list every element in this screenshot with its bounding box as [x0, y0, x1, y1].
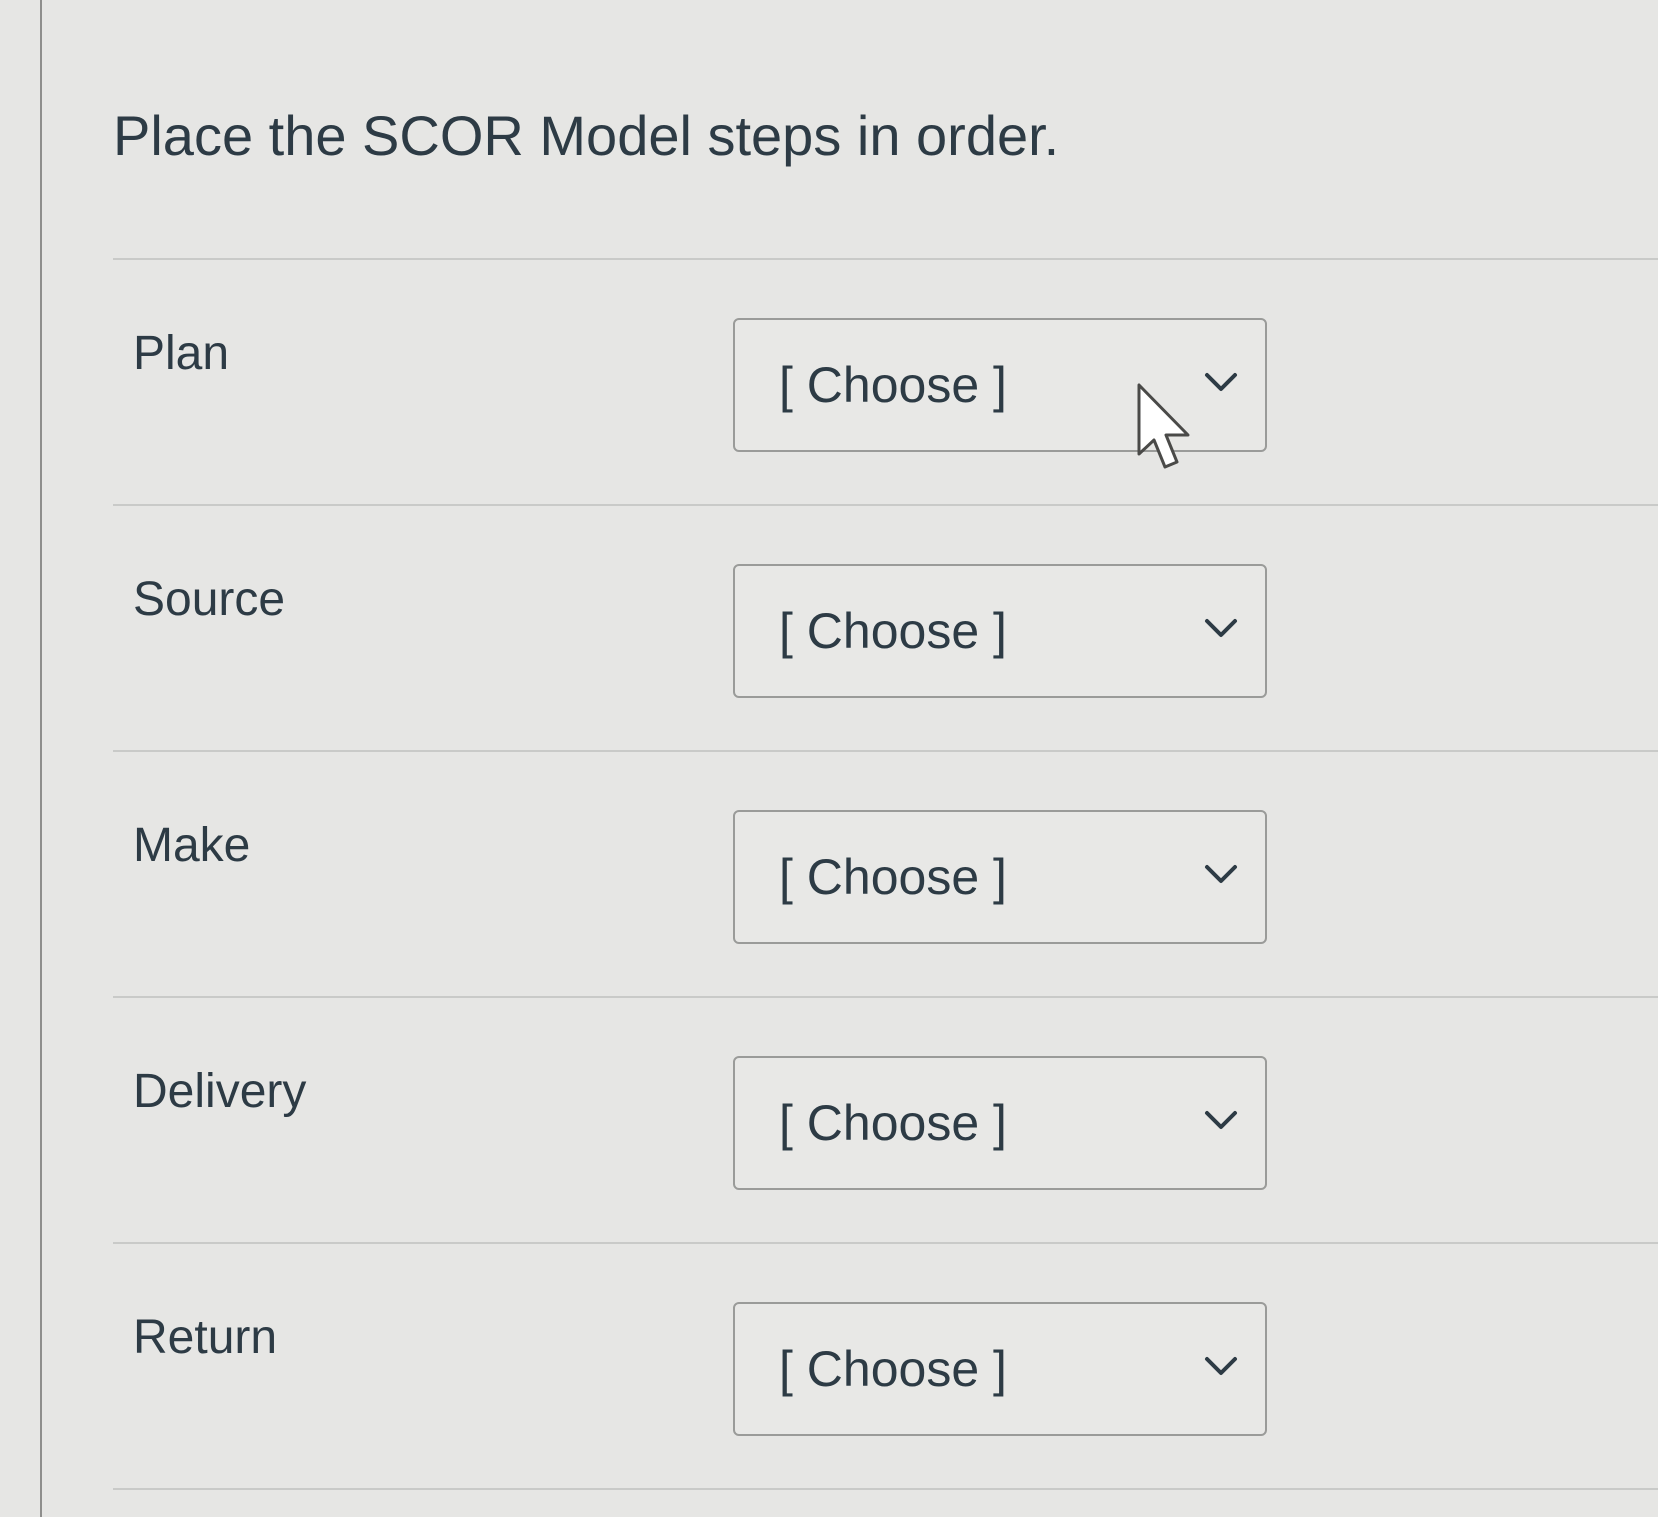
match-row-source: Source [ Choose ] [113, 506, 1658, 752]
choose-select-delivery[interactable]: [ Choose ] [733, 1056, 1267, 1190]
chevron-down-icon [1205, 373, 1237, 391]
select-value: [ Choose ] [779, 603, 1007, 659]
choose-select-plan[interactable]: [ Choose ] [733, 318, 1267, 452]
page-left-border [40, 0, 42, 1517]
chevron-down-icon [1205, 1357, 1237, 1375]
select-value: [ Choose ] [779, 849, 1007, 905]
chevron-down-icon [1205, 1111, 1237, 1129]
choose-select-return[interactable]: [ Choose ] [733, 1302, 1267, 1436]
choose-select-source[interactable]: [ Choose ] [733, 564, 1267, 698]
row-label: Make [133, 819, 251, 872]
select-value: [ Choose ] [779, 1095, 1007, 1151]
select-value: [ Choose ] [779, 1341, 1007, 1397]
row-label: Delivery [133, 1065, 307, 1118]
match-row-return: Return [ Choose ] [113, 1244, 1658, 1490]
match-row-make: Make [ Choose ] [113, 752, 1658, 998]
choose-select-make[interactable]: [ Choose ] [733, 810, 1267, 944]
row-label: Return [133, 1311, 278, 1364]
select-value: [ Choose ] [779, 357, 1007, 413]
question-title: Place the SCOR Model steps in order. [113, 104, 1060, 167]
row-label: Source [133, 573, 286, 626]
match-row-delivery: Delivery [ Choose ] [113, 998, 1658, 1244]
match-row-plan: Plan [ Choose ] [113, 260, 1658, 506]
row-label: Plan [133, 327, 230, 380]
chevron-down-icon [1205, 865, 1237, 883]
matching-list: Plan [ Choose ] Source [ Choose ] Make [… [113, 258, 1658, 1490]
chevron-down-icon [1205, 619, 1237, 637]
